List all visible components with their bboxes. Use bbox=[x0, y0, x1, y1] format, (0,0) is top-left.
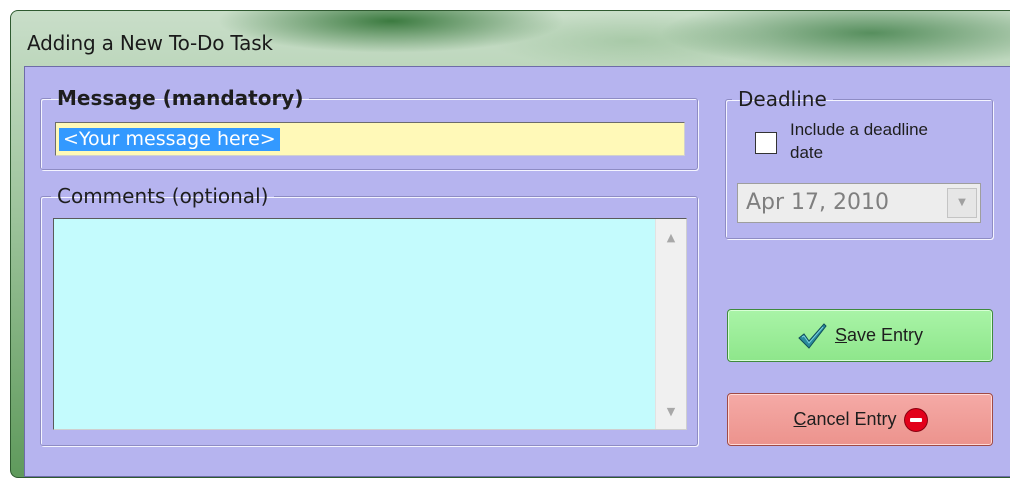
deadline-checkbox-label[interactable]: Include a deadline date bbox=[790, 118, 930, 164]
scroll-down-arrow-icon[interactable]: ▼ bbox=[656, 401, 686, 423]
message-input[interactable]: <Your message here> bbox=[55, 122, 685, 156]
cancel-entry-button[interactable]: Cancel Entry bbox=[727, 393, 993, 446]
comments-group-label: Comments (optional) bbox=[57, 184, 269, 208]
window-title: Adding a New To-Do Task bbox=[27, 31, 273, 55]
deadline-checkbox[interactable] bbox=[755, 132, 777, 154]
checkmark-icon bbox=[798, 322, 827, 349]
comments-textarea[interactable]: ▲ ▼ bbox=[53, 218, 687, 430]
save-entry-label: Save Entry bbox=[834, 325, 924, 345]
message-input-value: <Your message here> bbox=[59, 128, 280, 151]
message-group-label: Message (mandatory) bbox=[57, 86, 304, 110]
scroll-up-arrow-icon[interactable]: ▲ bbox=[656, 227, 686, 249]
deadline-date-value: Apr 17, 2010 bbox=[746, 190, 890, 215]
stop-icon bbox=[904, 408, 927, 431]
deadline-group-label: Deadline bbox=[738, 87, 827, 111]
comments-scrollbar[interactable]: ▲ ▼ bbox=[655, 219, 686, 429]
deadline-date-picker[interactable]: Apr 17, 2010 ▼ bbox=[737, 183, 981, 223]
cancel-entry-label: Cancel Entry bbox=[793, 409, 897, 429]
save-entry-button[interactable]: Save Entry bbox=[727, 309, 993, 362]
dropdown-arrow-icon[interactable]: ▼ bbox=[947, 188, 977, 218]
